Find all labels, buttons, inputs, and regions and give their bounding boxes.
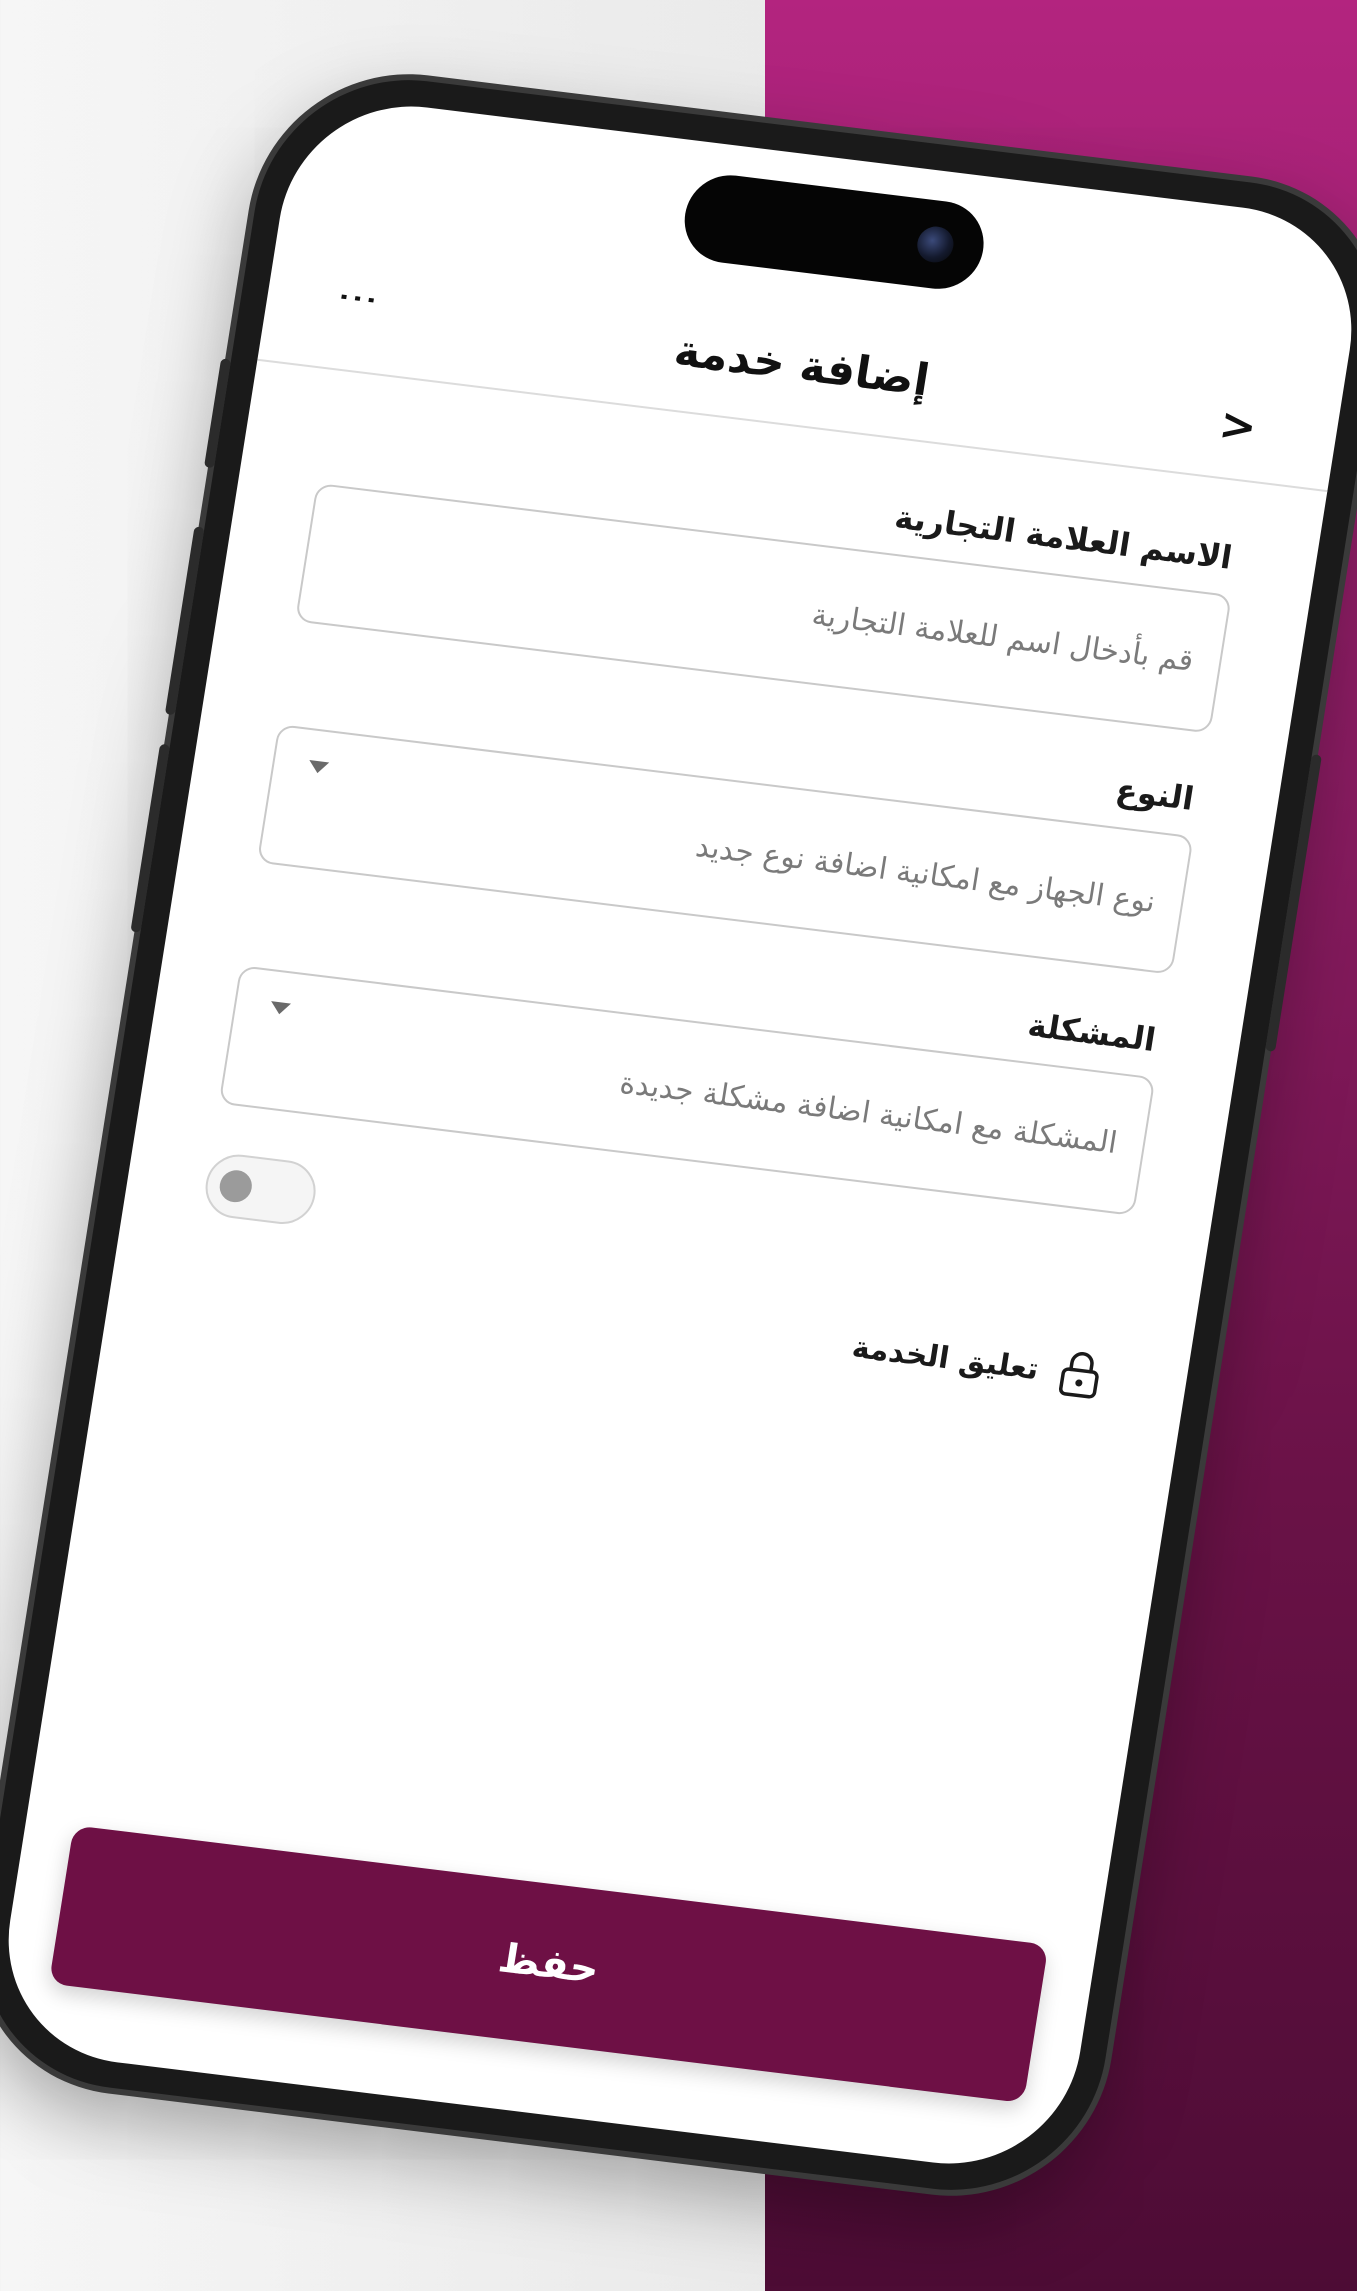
app-screen: ⋮ إضافة خدمة > الاسم العلامة التجارية قم… [0,91,1357,2179]
brand-placeholder: قم بأدخال اسم للعلامة التجارية [809,596,1196,679]
chevron-right-icon[interactable]: > [1216,399,1261,454]
stage: ⋮ إضافة خدمة > الاسم العلامة التجارية قم… [0,0,1357,2291]
phone-mockup: ⋮ إضافة خدمة > الاسم العلامة التجارية قم… [0,63,1357,2207]
lock-icon [1055,1348,1106,1401]
problem-placeholder: المشكلة مع امكانية اضافة مشكلة جديدة [617,1065,1120,1161]
save-button[interactable]: حفظ [48,1825,1049,2104]
page-title: إضافة خدمة [670,324,933,407]
type-placeholder: نوع الجهاز مع امكانية اضافة نوع جديد [693,828,1158,920]
suspend-label: تعليق الخدمة [849,1329,1042,1387]
suspend-toggle[interactable] [200,1150,321,1228]
add-service-form: الاسم العلامة التجارية قم بأدخال اسم للع… [188,428,1241,1412]
caret-down-icon[interactable] [269,1001,292,1016]
camera-icon [914,224,957,265]
suspend-label-group: تعليق الخدمة [849,1323,1106,1401]
toggle-knob [217,1168,255,1205]
caret-down-icon[interactable] [307,760,330,775]
